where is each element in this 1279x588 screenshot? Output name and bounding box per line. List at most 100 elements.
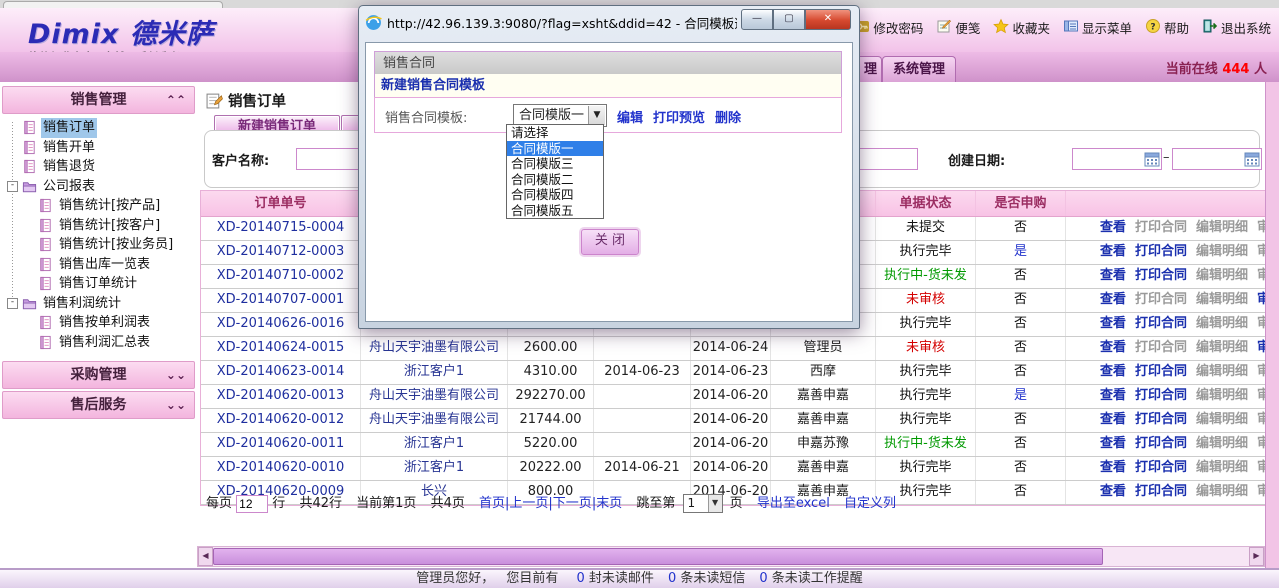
- scroll-right-arrow[interactable]: ▶: [1249, 547, 1264, 566]
- dropdown-option-4[interactable]: 合同模版四: [507, 187, 603, 203]
- scrollbar-thumb[interactable]: [213, 548, 1103, 565]
- sidebar-item-7[interactable]: 销售出库一览表: [0, 255, 196, 275]
- cell-order: XD-20140620-0010: [201, 457, 361, 480]
- cell-status: 未审核: [876, 289, 976, 312]
- page-nav-2[interactable]: 下一页: [553, 496, 592, 511]
- print-preview-link[interactable]: 打印预览: [653, 111, 705, 126]
- table-row: XD-20140620-0011浙江客户15220.002014-06-20申嘉…: [201, 433, 1266, 457]
- edit-detail-link[interactable]: 编辑明细: [1196, 340, 1248, 355]
- menu-item-key[interactable]: 修改密码: [854, 18, 923, 37]
- edit-detail-link[interactable]: 编辑明细: [1196, 460, 1248, 475]
- menu-item-menu[interactable]: 显示菜单: [1063, 18, 1132, 37]
- window-controls: — ▢ ✕: [741, 9, 851, 30]
- sidebar-item-3[interactable]: -公司报表: [0, 177, 196, 197]
- cell-status: 未提交: [876, 217, 976, 240]
- print-contract-link[interactable]: 打印合同: [1135, 412, 1187, 427]
- dropdown-option-3[interactable]: 合同模版二: [507, 172, 603, 188]
- cell-create_date: 2014-06-20: [691, 409, 771, 432]
- dropdown-option-2[interactable]: 合同模版三: [507, 156, 603, 172]
- print-contract-link[interactable]: 打印合同: [1135, 388, 1187, 403]
- sidebar-item-1[interactable]: 销售开单: [0, 138, 196, 158]
- page-nav-1[interactable]: 上一页: [509, 496, 548, 511]
- edit-detail-link[interactable]: 编辑明细: [1196, 388, 1248, 403]
- view-link[interactable]: 查看: [1100, 292, 1126, 307]
- print-contract-link[interactable]: 打印合同: [1135, 436, 1187, 451]
- print-contract-link[interactable]: 打印合同: [1135, 460, 1187, 475]
- minimize-button[interactable]: —: [741, 9, 773, 30]
- modal-close-button[interactable]: 关 闭: [581, 229, 639, 255]
- sidebar-section-service[interactable]: 售后服务 ⌄⌄: [2, 391, 195, 419]
- view-link[interactable]: 查看: [1100, 340, 1126, 355]
- page-nav-3[interactable]: 末页: [596, 496, 622, 511]
- scroll-left-arrow[interactable]: ◀: [198, 547, 213, 566]
- cell-actions: 查看打印合同编辑明细审核: [1066, 217, 1266, 240]
- modal-titlebar[interactable]: http://42.96.139.3:9080/?flag=xsht&ddid=…: [359, 6, 859, 38]
- edit-detail-link[interactable]: 编辑明细: [1196, 364, 1248, 379]
- print-contract-link[interactable]: 打印合同: [1135, 340, 1187, 355]
- export-excel-link[interactable]: 导出至excel: [757, 496, 830, 511]
- document-icon: [22, 140, 37, 155]
- sidebar-section-purchase[interactable]: 采购管理 ⌄⌄: [2, 361, 195, 389]
- sidebar-section-sales[interactable]: 销售管理 ⌃⌃: [2, 86, 195, 114]
- delete-template-link[interactable]: 删除: [715, 111, 741, 126]
- sidebar-item-11[interactable]: 销售利润汇总表: [0, 333, 196, 353]
- dropdown-option-1[interactable]: 合同模版一: [507, 141, 603, 157]
- sidebar-item-8[interactable]: 销售订单统计: [0, 274, 196, 294]
- sidebar-item-0[interactable]: 销售订单: [0, 118, 196, 138]
- dropdown-option-5[interactable]: 合同模版五: [507, 203, 603, 219]
- rows-label: 行: [272, 496, 285, 511]
- sidebar-item-2[interactable]: 销售退货: [0, 157, 196, 177]
- custom-columns-link[interactable]: 自定义列: [844, 496, 896, 511]
- new-template-link[interactable]: 新建销售合同模板: [374, 74, 842, 98]
- view-link[interactable]: 查看: [1100, 316, 1126, 331]
- print-contract-link[interactable]: 打印合同: [1135, 244, 1187, 259]
- jump-page-select[interactable]: 1▼: [683, 494, 723, 513]
- edit-template-link[interactable]: 编辑: [617, 111, 643, 126]
- menu-item-help[interactable]: ?帮助: [1145, 18, 1189, 37]
- nav-tab-system[interactable]: 系统管理: [882, 56, 956, 82]
- menu-item-note[interactable]: 便笺: [936, 18, 980, 37]
- dropdown-option-0[interactable]: 请选择: [507, 125, 603, 141]
- view-link[interactable]: 查看: [1100, 412, 1126, 427]
- print-contract-link[interactable]: 打印合同: [1135, 268, 1187, 283]
- menu-item-exit[interactable]: 退出系统: [1202, 18, 1271, 37]
- print-contract-link[interactable]: 打印合同: [1135, 484, 1187, 499]
- print-contract-link[interactable]: 打印合同: [1135, 316, 1187, 331]
- edit-detail-link[interactable]: 编辑明细: [1196, 244, 1248, 259]
- edit-detail-link[interactable]: 编辑明细: [1196, 316, 1248, 331]
- sidebar-item-4[interactable]: 销售统计[按产品]: [0, 196, 196, 216]
- date-from-input[interactable]: [1072, 148, 1162, 170]
- edit-detail-link[interactable]: 编辑明细: [1196, 412, 1248, 427]
- page-nav-0[interactable]: 首页: [479, 496, 505, 511]
- edit-detail-link[interactable]: 编辑明细: [1196, 220, 1248, 235]
- edit-detail-link[interactable]: 编辑明细: [1196, 436, 1248, 451]
- view-link[interactable]: 查看: [1100, 436, 1126, 451]
- sidebar-item-10[interactable]: 销售按单利润表: [0, 313, 196, 333]
- menu-item-star[interactable]: 收藏夹: [993, 18, 1050, 37]
- print-contract-link[interactable]: 打印合同: [1135, 220, 1187, 235]
- edit-detail-link[interactable]: 编辑明细: [1196, 292, 1248, 307]
- sidebar-item-6[interactable]: 销售统计[按业务员]: [0, 235, 196, 255]
- print-contract-link[interactable]: 打印合同: [1135, 292, 1187, 307]
- view-link[interactable]: 查看: [1100, 268, 1126, 283]
- print-contract-link[interactable]: 打印合同: [1135, 364, 1187, 379]
- view-link[interactable]: 查看: [1100, 484, 1126, 499]
- sidebar-item-5[interactable]: 销售统计[按客户]: [0, 216, 196, 236]
- view-link[interactable]: 查看: [1100, 220, 1126, 235]
- date-to-input[interactable]: [1172, 148, 1262, 170]
- expand-box-icon[interactable]: -: [7, 181, 18, 192]
- view-link[interactable]: 查看: [1100, 388, 1126, 403]
- calendar-icon[interactable]: [1244, 151, 1260, 167]
- expand-box-icon[interactable]: -: [7, 298, 18, 309]
- view-link[interactable]: 查看: [1100, 460, 1126, 475]
- horizontal-scrollbar[interactable]: ◀ ▶: [197, 546, 1265, 567]
- maximize-button[interactable]: ▢: [773, 9, 805, 30]
- close-window-button[interactable]: ✕: [805, 9, 851, 30]
- per-page-input[interactable]: [236, 495, 268, 513]
- edit-detail-link[interactable]: 编辑明细: [1196, 268, 1248, 283]
- view-link[interactable]: 查看: [1100, 244, 1126, 259]
- edit-detail-link[interactable]: 编辑明细: [1196, 484, 1248, 499]
- sidebar-item-9[interactable]: -销售利润统计: [0, 294, 196, 314]
- view-link[interactable]: 查看: [1100, 364, 1126, 379]
- calendar-icon[interactable]: [1144, 151, 1160, 167]
